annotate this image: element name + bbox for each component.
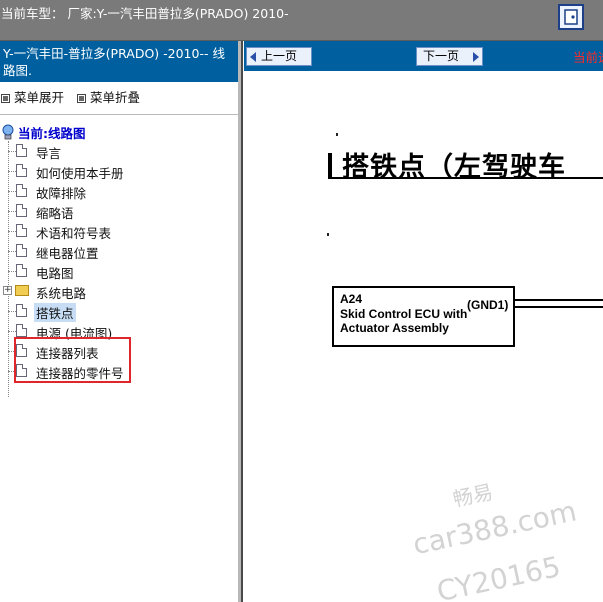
prev-page-label: 上一页 <box>261 49 298 63</box>
watermark-id: CY20165 <box>434 549 564 602</box>
tree-item-label: 电路图 <box>36 266 74 281</box>
document-icon <box>16 324 27 337</box>
current-selection-label: 当前选 <box>573 50 603 65</box>
tree-item-label: 如何使用本手册 <box>36 166 124 181</box>
document-icon <box>16 224 27 237</box>
collapse-label: 菜单折叠 <box>90 90 141 105</box>
tree-item-troubleshooting[interactable]: 故障排除 <box>0 181 238 201</box>
arrow-right-icon <box>473 52 479 62</box>
tree-item-label: 系统电路 <box>36 286 87 301</box>
tree-item-intro[interactable]: 导言 <box>0 141 238 161</box>
next-page-button[interactable]: 下一页 <box>416 47 483 66</box>
sidebar-splitter-shadow <box>241 41 243 602</box>
tree-root-label: 当前:线路图 <box>18 126 86 141</box>
tree-item-abbreviations[interactable]: 缩略语 <box>0 201 238 221</box>
tree-root-icon <box>2 124 14 140</box>
exit-button[interactable] <box>558 4 584 30</box>
document-icon <box>16 204 27 217</box>
component-name: Skid Control ECU with Actuator Assembly <box>340 307 468 335</box>
folder-icon <box>15 285 29 296</box>
tree-item-circuit-diagram[interactable]: 电路图 <box>0 261 238 281</box>
tree-item-how-to-use[interactable]: 如何使用本手册 <box>0 161 238 181</box>
exit-door-icon <box>564 9 578 25</box>
tree-item-terms-symbols[interactable]: 术语和符号表 <box>0 221 238 241</box>
document-icon <box>16 264 27 277</box>
tree-item-label: 继电器位置 <box>36 246 99 261</box>
document-icon <box>16 184 27 197</box>
tree-item-label: 术语和符号表 <box>36 226 112 241</box>
wire-line <box>515 306 603 308</box>
sidebar-divider <box>0 114 238 115</box>
prev-page-button[interactable]: 上一页 <box>246 47 312 66</box>
collapse-menu-button[interactable]: 菜单折叠 <box>76 87 140 106</box>
watermark-cn: 畅易 <box>450 479 495 512</box>
scan-speck <box>327 233 329 236</box>
expand-menu-button[interactable]: 菜单展开 <box>0 87 64 106</box>
current-model-title: 当前车型： 厂家:Y-一汽丰田普拉多(PRADO) 2010- <box>1 6 289 21</box>
tree-item-label: 故障排除 <box>36 186 87 201</box>
component-box: A24 Skid Control ECU with Actuator Assem… <box>332 286 515 347</box>
main-content: 上一页 下一页 当前选 搭铁点（左驾驶车 A24 Skid Control EC… <box>244 41 603 602</box>
title-bar <box>328 153 332 179</box>
scan-speck <box>336 133 338 136</box>
menu-ops: 菜单展开 菜单折叠 <box>0 87 148 105</box>
highlight-box <box>14 337 131 383</box>
collapse-icon <box>77 93 86 103</box>
wire-line <box>515 299 603 301</box>
document-icon <box>16 164 27 177</box>
title-underline <box>328 177 603 179</box>
tree-item-label: 缩略语 <box>36 206 74 221</box>
document-icon <box>16 144 27 157</box>
page-nav-bar: 上一页 下一页 当前选 <box>244 41 603 71</box>
tree-item-system-circuits[interactable]: + 系统电路 <box>0 281 238 301</box>
expand-icon <box>1 93 10 103</box>
sidebar-header: Y-一汽丰田-普拉多(PRADO) -2010-- 线路图. <box>0 41 238 82</box>
sidebar: Y-一汽丰田-普拉多(PRADO) -2010-- 线路图. 菜单展开 菜单折叠… <box>0 41 238 602</box>
component-pin-label: (GND1) <box>467 298 509 312</box>
document-icon <box>16 244 27 257</box>
tree-item-relay-locations[interactable]: 继电器位置 <box>0 241 238 261</box>
tree-item-label-selected: 搭铁点 <box>34 303 76 322</box>
component-code: A24 <box>340 292 363 306</box>
expand-label: 菜单展开 <box>14 90 65 105</box>
expand-plus-icon[interactable]: + <box>3 286 12 295</box>
document-icon <box>16 304 27 317</box>
document-page: 搭铁点（左驾驶车 A24 Skid Control ECU with Actua… <box>244 71 603 602</box>
next-page-label: 下一页 <box>423 49 460 63</box>
top-bar: 当前车型： 厂家:Y-一汽丰田普拉多(PRADO) 2010- <box>0 0 603 41</box>
tree-item-ground-points[interactable]: 搭铁点 <box>0 301 238 322</box>
arrow-left-icon <box>250 52 256 62</box>
tree-item-label: 导言 <box>36 146 62 161</box>
